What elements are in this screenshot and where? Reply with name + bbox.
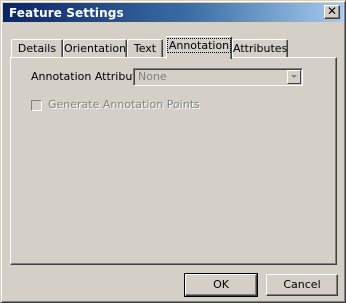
- tab-annotation[interactable]: Annotation: [166, 36, 232, 59]
- annotation-attribute-label: Annotation Attribute:: [31, 70, 148, 83]
- cancel-button[interactable]: Cancel: [266, 274, 338, 296]
- tab-orientation-label: Orientation: [64, 42, 127, 55]
- tab-text[interactable]: Text: [127, 39, 163, 58]
- annotation-attribute-select[interactable]: None: [133, 68, 303, 86]
- generate-annotation-points-checkbox[interactable]: [31, 100, 42, 111]
- tab-attributes-label: Attributes: [233, 42, 288, 55]
- generate-annotation-points-label: Generate Annotation Points: [48, 98, 200, 111]
- tab-details[interactable]: Details: [11, 39, 63, 58]
- close-button[interactable]: ✕: [324, 4, 340, 19]
- tab-text-label: Text: [133, 42, 157, 55]
- close-icon: ✕: [327, 4, 338, 18]
- tab-attributes[interactable]: Attributes: [232, 39, 288, 58]
- tab-orientation[interactable]: Orientation: [63, 39, 127, 58]
- tab-annotation-label: Annotation: [166, 38, 232, 53]
- chevron-down-icon[interactable]: [287, 70, 301, 84]
- tab-details-label: Details: [17, 42, 57, 55]
- annotation-attribute-value: None: [138, 70, 167, 83]
- window-title: Feature Settings: [9, 6, 124, 20]
- title-bar[interactable]: Feature Settings ✕: [3, 3, 343, 22]
- feature-settings-dialog: Feature Settings ✕ Details Orientation T…: [0, 0, 346, 303]
- annotation-panel: Annotation Attribute: None Generate Anno…: [10, 57, 337, 265]
- ok-button[interactable]: OK: [184, 273, 258, 297]
